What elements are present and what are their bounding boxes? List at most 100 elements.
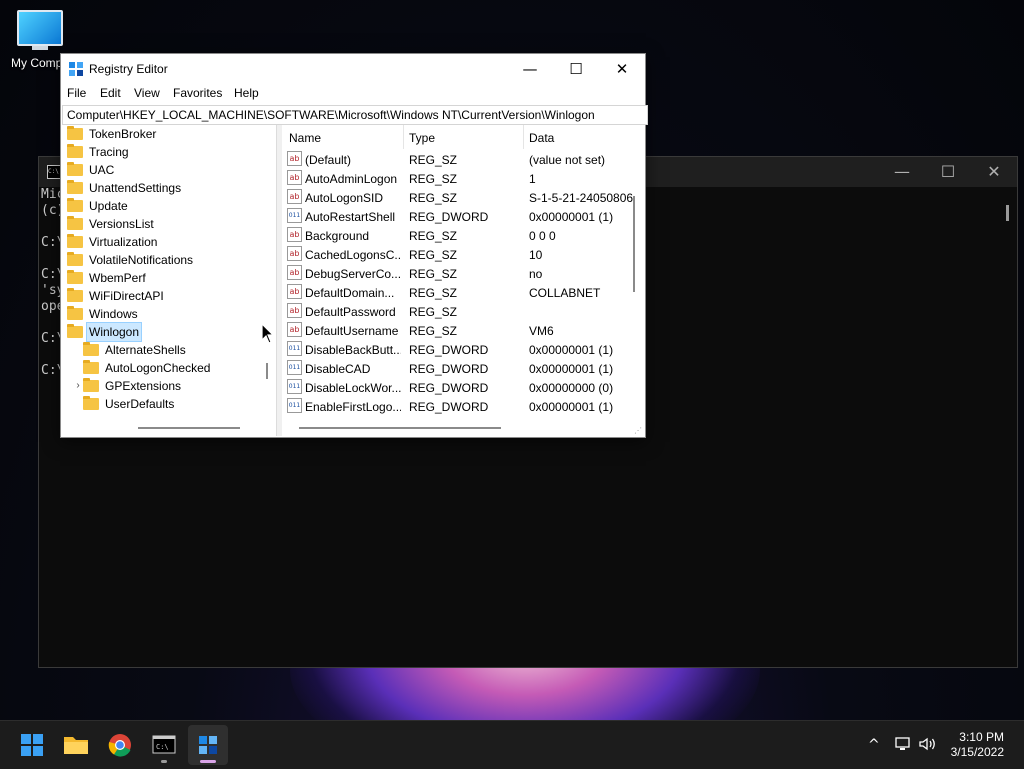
tree-item[interactable]: Update <box>61 197 257 215</box>
tree-item-label: WbemPerf <box>89 271 146 285</box>
value-row[interactable]: ab Background REG_SZ 0 0 0 <box>282 227 642 246</box>
tree-item[interactable]: VolatileNotifications <box>61 251 257 269</box>
tree-item-label: UnattendSettings <box>89 181 182 195</box>
dword-value-icon: 011 <box>287 379 302 394</box>
value-row[interactable]: ab DefaultUsername REG_SZ VM6 <box>282 322 642 341</box>
minimize-button[interactable]: — <box>507 54 553 84</box>
tree-item[interactable]: UserDefaults <box>61 395 257 413</box>
column-header-name[interactable]: Name <box>289 131 321 145</box>
maximize-button[interactable]: ☐ <box>553 54 599 84</box>
value-row[interactable]: 011 EnableFirstLogo... REG_DWORD 0x00000001… <box>282 398 642 417</box>
value-name: Background <box>305 229 370 243</box>
value-data: COLLABNET <box>529 286 601 300</box>
string-value-icon: ab <box>287 151 302 166</box>
menu-file[interactable]: File <box>67 86 86 100</box>
tree-item[interactable]: Windows <box>61 305 257 323</box>
value-type: REG_SZ <box>409 305 458 319</box>
tree-item[interactable]: TokenBroker <box>61 125 257 143</box>
value-type: REG_SZ <box>409 229 458 243</box>
values-list[interactable]: Name Type Data ab (Default) REG_SZ (value n… <box>282 125 642 436</box>
value-row[interactable]: ab AutoLogonSID REG_SZ S-1-5-21-24050806 <box>282 189 642 208</box>
value-row[interactable]: 011 DisableCAD REG_DWORD 0x00000001 (1) <box>282 360 642 379</box>
menu-help[interactable]: Help <box>234 86 259 100</box>
tree-item[interactable]: Virtualization <box>61 233 257 251</box>
value-type: REG_DWORD <box>409 381 489 395</box>
volume-icon[interactable] <box>918 735 938 753</box>
console-minimize-button[interactable]: — <box>879 157 925 187</box>
address-bar[interactable]: Computer\HKEY_LOCAL_MACHINE\SOFTWARE\Mic… <box>62 105 648 125</box>
value-name: DisableLockWor... <box>305 381 401 395</box>
tree-item[interactable]: UAC <box>61 161 257 179</box>
tree-item[interactable]: Tracing <box>61 143 257 161</box>
clock-date: 3/15/2022 <box>950 745 1004 759</box>
tree-hscrollbar-thumb[interactable] <box>138 427 240 429</box>
tree-item[interactable]: VersionsList <box>61 215 257 233</box>
registry-tree[interactable]: TokenBroker Tracing UAC UnattendSettings Upd… <box>61 125 276 436</box>
folder-icon <box>83 360 99 374</box>
windows-logo-icon <box>21 734 43 756</box>
value-type: REG_DWORD <box>409 400 489 414</box>
tree-item[interactable]: WiFiDirectAPI <box>61 287 257 305</box>
column-header-type[interactable]: Type <box>409 131 435 145</box>
expand-chevron-icon[interactable]: › <box>73 377 83 395</box>
value-row[interactable]: ab DefaultPassword REG_SZ <box>282 303 642 322</box>
active-indicator <box>200 760 216 763</box>
regedit-button[interactable] <box>188 725 228 765</box>
tree-item-label: UserDefaults <box>105 397 175 411</box>
close-button[interactable]: ✕ <box>599 54 645 84</box>
registry-editor-window[interactable]: Registry Editor — ☐ ✕ File Edit View Fav… <box>60 53 648 438</box>
folder-icon <box>67 306 83 320</box>
tree-item[interactable]: WbemPerf <box>61 269 257 287</box>
tree-vscrollbar-thumb[interactable] <box>266 363 268 379</box>
tree-item[interactable]: AlternateShells <box>61 341 257 359</box>
clock[interactable]: 3:10 PM 3/15/2022 <box>951 730 1004 760</box>
network-icon[interactable] <box>894 735 912 753</box>
terminal-button[interactable]: C:\ <box>144 725 184 765</box>
mouse-cursor-icon <box>261 323 275 344</box>
value-type: REG_DWORD <box>409 362 489 376</box>
value-row[interactable]: 011 DisableBackButt... REG_DWORD 0x00000001… <box>282 341 642 360</box>
value-data: 0x00000001 (1) <box>529 343 614 357</box>
value-row[interactable]: ab DebugServerCo... REG_SZ no <box>282 265 642 284</box>
value-data: (value not set) <box>529 153 606 167</box>
value-row[interactable]: ab CachedLogonsC... REG_SZ 10 <box>282 246 642 265</box>
column-header-data[interactable]: Data <box>529 131 554 145</box>
menu-favorites[interactable]: Favorites <box>173 86 222 100</box>
list-hscrollbar-thumb[interactable] <box>299 427 501 429</box>
regedit-titlebar[interactable]: Registry Editor — ☐ ✕ <box>61 54 645 84</box>
value-data: 0x00000001 (1) <box>529 210 614 224</box>
tree-item[interactable]: Winlogon <box>61 322 257 342</box>
tree-item[interactable]: › GPExtensions <box>61 377 257 395</box>
tree-item[interactable]: UnattendSettings <box>61 179 257 197</box>
value-name: DefaultUsername <box>305 324 399 338</box>
show-hidden-icons-chevron-icon[interactable]: ^ <box>868 736 880 754</box>
string-value-icon: ab <box>287 303 302 318</box>
folder-icon <box>67 180 83 194</box>
string-value-icon: ab <box>287 322 302 337</box>
console-close-button[interactable]: ✕ <box>971 157 1017 187</box>
value-type: REG_DWORD <box>409 210 489 224</box>
value-name: AutoAdminLogon <box>305 172 398 186</box>
value-type: REG_SZ <box>409 191 458 205</box>
resize-grip[interactable]: ⋰ <box>634 426 642 435</box>
menu-edit[interactable]: Edit <box>100 86 121 100</box>
menu-view[interactable]: View <box>134 86 160 100</box>
file-explorer-button[interactable] <box>56 725 96 765</box>
console-scrollbar-thumb[interactable] <box>1006 205 1009 221</box>
tree-item-label: VolatileNotifications <box>89 253 194 267</box>
value-row[interactable]: ab AutoAdminLogon REG_SZ 1 <box>282 170 642 189</box>
tree-item-label: TokenBroker <box>89 127 157 141</box>
value-row[interactable]: 011 AutoRestartShell REG_DWORD 0x00000001 (… <box>282 208 642 227</box>
console-maximize-button[interactable]: ☐ <box>925 157 971 187</box>
tree-item[interactable]: AutoLogonChecked <box>61 359 257 377</box>
value-row[interactable]: ab (Default) REG_SZ (value not set) <box>282 151 642 170</box>
column-divider[interactable] <box>523 125 524 149</box>
start-button[interactable] <box>12 725 52 765</box>
value-data: 0 0 0 <box>529 229 556 243</box>
column-divider[interactable] <box>403 125 404 149</box>
value-row[interactable]: ab DefaultDomain... REG_SZ COLLABNET <box>282 284 642 303</box>
value-name: DefaultDomain... <box>305 286 395 300</box>
value-row[interactable]: 011 DisableLockWor... REG_DWORD 0x00000000 … <box>282 379 642 398</box>
chrome-button[interactable] <box>100 725 140 765</box>
list-vscrollbar-thumb[interactable] <box>633 196 635 292</box>
